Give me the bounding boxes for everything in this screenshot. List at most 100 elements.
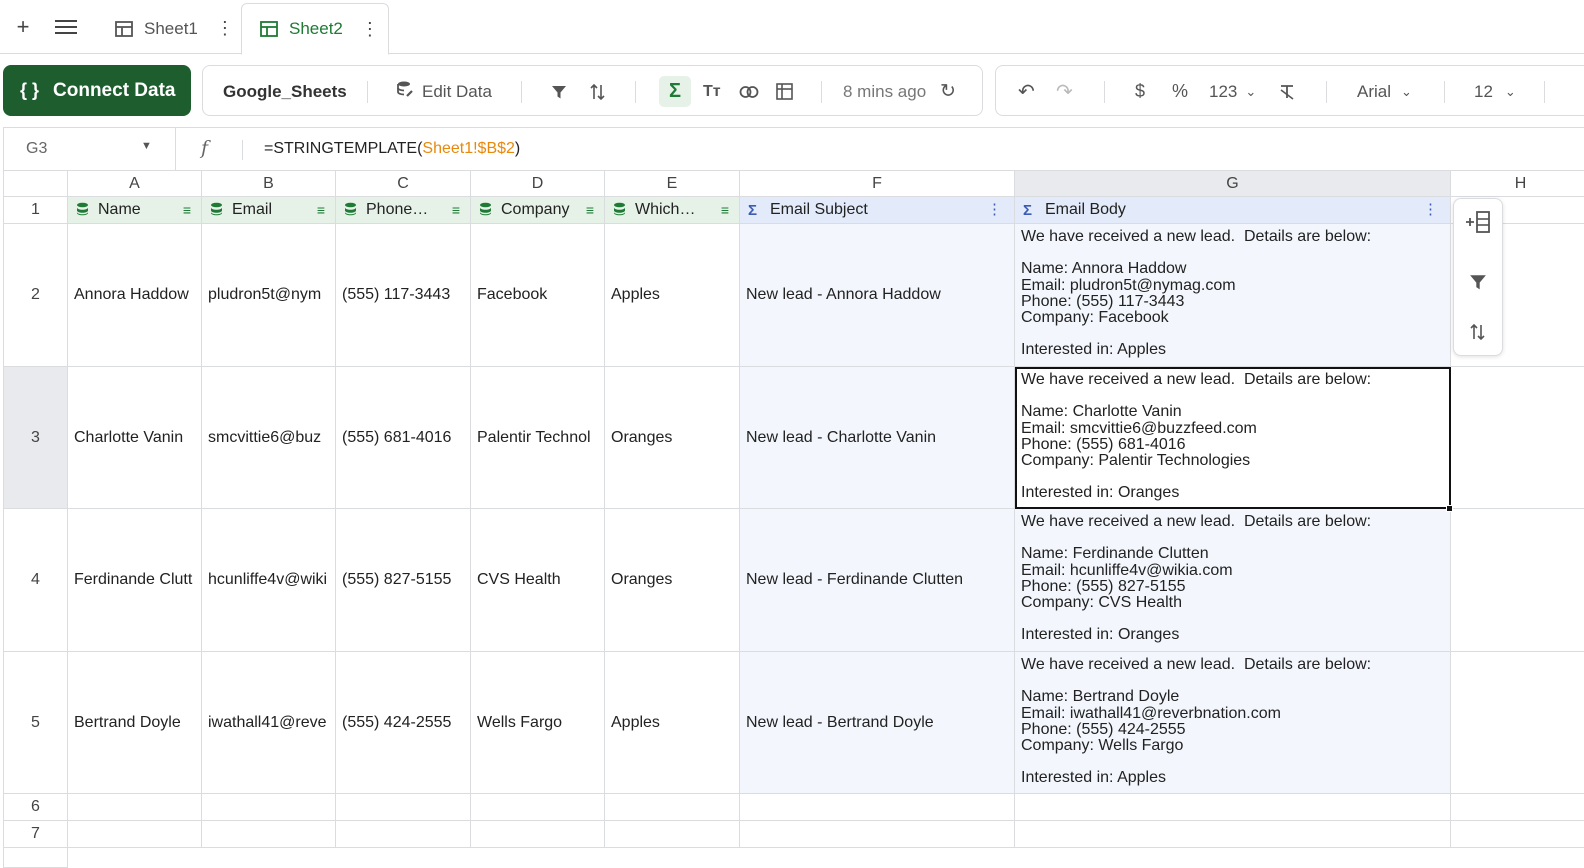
pivot-icon[interactable] <box>776 66 793 117</box>
add-column-icon[interactable] <box>1454 202 1502 242</box>
cell-company[interactable]: Palentir Technol <box>471 367 605 509</box>
column-filter-icon[interactable]: ≡ <box>452 202 460 218</box>
cell-email-subject[interactable]: New lead - Ferdinande Clutten <box>740 509 1015 652</box>
column-header[interactable]: B <box>202 171 336 197</box>
number-format-button[interactable]: 123 ⌄ <box>1209 66 1256 117</box>
tab-sheet1[interactable]: Sheet1 ⋮ <box>105 3 235 54</box>
column-header[interactable]: D <box>471 171 605 197</box>
formula-input[interactable]: =STRINGTEMPLATE(Sheet1!$B$2) <box>264 128 520 170</box>
sort-icon[interactable] <box>590 66 606 117</box>
cell[interactable] <box>68 821 202 848</box>
cell-company[interactable]: Facebook <box>471 224 605 367</box>
cell-company[interactable]: Wells Fargo <box>471 652 605 794</box>
field-header-company[interactable]: Company ≡ <box>471 197 605 224</box>
row-header[interactable]: 3 <box>3 367 68 509</box>
connect-data-button[interactable]: { } Connect Data <box>3 65 191 116</box>
cell-email-subject[interactable]: New lead - Bertrand Doyle <box>740 652 1015 794</box>
cell[interactable] <box>1451 367 1584 509</box>
cell-name[interactable]: Annora Haddow <box>68 224 202 367</box>
cell-phone[interactable]: (555) 117-3443 <box>336 224 471 367</box>
undo-icon[interactable]: ↶ <box>1018 66 1035 117</box>
cell[interactable] <box>471 821 605 848</box>
cell[interactable] <box>1015 821 1451 848</box>
cell[interactable] <box>202 821 336 848</box>
row-header[interactable]: 5 <box>3 652 68 794</box>
cell-phone[interactable]: (555) 681-4016 <box>336 367 471 509</box>
cell[interactable] <box>605 821 740 848</box>
field-header-email[interactable]: Email ≡ <box>202 197 336 224</box>
cell-which[interactable]: Oranges <box>605 509 740 652</box>
cell[interactable] <box>471 794 605 821</box>
font-family-select[interactable]: Arial ⌄ <box>1357 66 1412 117</box>
cell-which[interactable]: Apples <box>605 224 740 367</box>
clear-format-icon[interactable] <box>1279 66 1295 117</box>
cell-name[interactable]: Ferdinande Clutt <box>68 509 202 652</box>
kebab-icon[interactable]: ⋮ <box>1423 200 1438 218</box>
cell[interactable] <box>1451 821 1584 848</box>
cell-email[interactable]: smcvittie6@buz <box>202 367 336 509</box>
sigma-icon[interactable]: Σ <box>659 76 691 107</box>
data-source-button[interactable]: Google_Sheets <box>223 66 347 117</box>
cell-email[interactable]: pludron5t@nym <box>202 224 336 367</box>
caret-down-icon[interactable]: ▼ <box>141 140 152 152</box>
font-size-select[interactable]: 12 ⌄ <box>1474 66 1516 117</box>
column-filter-icon[interactable]: ≡ <box>183 202 191 218</box>
cell[interactable] <box>1451 652 1584 794</box>
cell-company[interactable]: CVS Health <box>471 509 605 652</box>
cell[interactable] <box>740 794 1015 821</box>
cell-email-subject[interactable]: New lead - Annora Haddow <box>740 224 1015 367</box>
row-header[interactable]: 6 <box>3 794 68 821</box>
grid-corner[interactable] <box>3 171 68 197</box>
cell[interactable] <box>1451 794 1584 821</box>
kebab-icon[interactable]: ⋮ <box>216 18 234 39</box>
filter-icon[interactable] <box>551 66 567 117</box>
edit-data-button[interactable]: Edit Data <box>396 66 492 117</box>
cell-email-body[interactable]: We have received a new lead. Details are… <box>1015 652 1451 794</box>
cell[interactable] <box>202 794 336 821</box>
column-header[interactable]: G <box>1015 171 1451 197</box>
cell-email-body[interactable]: We have received a new lead. Details are… <box>1015 224 1451 367</box>
text-size-icon[interactable]: Tт <box>703 66 721 117</box>
cell-email-subject[interactable]: New lead - Charlotte Vanin <box>740 367 1015 509</box>
cell-email[interactable]: hcunliffe4v@wiki <box>202 509 336 652</box>
column-filter-icon[interactable]: ≡ <box>721 202 729 218</box>
row-header[interactable]: 2 <box>3 224 68 367</box>
cell-email-body[interactable]: We have received a new lead. Details are… <box>1015 509 1451 652</box>
cell-reference[interactable]: G3 <box>26 128 47 170</box>
cell[interactable] <box>740 821 1015 848</box>
cell-phone[interactable]: (555) 827-5155 <box>336 509 471 652</box>
kebab-icon[interactable]: ⋮ <box>987 200 1002 218</box>
cell-email[interactable]: iwathall41@reve <box>202 652 336 794</box>
row-header[interactable]: 1 <box>3 197 68 224</box>
column-header[interactable]: F <box>740 171 1015 197</box>
row-header[interactable]: 7 <box>3 821 68 848</box>
cell[interactable] <box>336 821 471 848</box>
menu-icon[interactable] <box>53 14 79 40</box>
link-icon[interactable] <box>739 66 759 117</box>
refresh-icon[interactable]: ↻ <box>940 66 956 117</box>
plus-icon[interactable]: + <box>10 14 36 40</box>
column-filter-icon[interactable]: ≡ <box>586 202 594 218</box>
cell-which[interactable]: Oranges <box>605 367 740 509</box>
cell-phone[interactable]: (555) 424-2555 <box>336 652 471 794</box>
cell-email-body-selected[interactable]: We have received a new lead. Details are… <box>1015 367 1451 509</box>
dollar-icon[interactable]: $ <box>1135 66 1145 117</box>
field-header-which[interactable]: Which… ≡ <box>605 197 740 224</box>
field-header-phone[interactable]: Phone… ≡ <box>336 197 471 224</box>
cell[interactable] <box>1451 509 1584 652</box>
filter-icon[interactable] <box>1454 262 1502 302</box>
column-header[interactable]: A <box>68 171 202 197</box>
cell[interactable] <box>605 794 740 821</box>
column-header[interactable]: H <box>1451 171 1584 197</box>
cell-name[interactable]: Bertrand Doyle <box>68 652 202 794</box>
field-header-email-subject[interactable]: Σ Email Subject ⋮ <box>740 197 1015 224</box>
column-header[interactable]: C <box>336 171 471 197</box>
column-header[interactable]: E <box>605 171 740 197</box>
fill-handle[interactable] <box>1446 505 1453 512</box>
field-header-email-body[interactable]: Σ Email Body ⋮ <box>1015 197 1451 224</box>
sort-icon[interactable] <box>1454 312 1502 352</box>
tab-sheet2[interactable]: Sheet2 ⋮ <box>241 3 389 55</box>
cell-name[interactable]: Charlotte Vanin <box>68 367 202 509</box>
percent-icon[interactable]: % <box>1172 66 1188 117</box>
field-header-name[interactable]: Name ≡ <box>68 197 202 224</box>
